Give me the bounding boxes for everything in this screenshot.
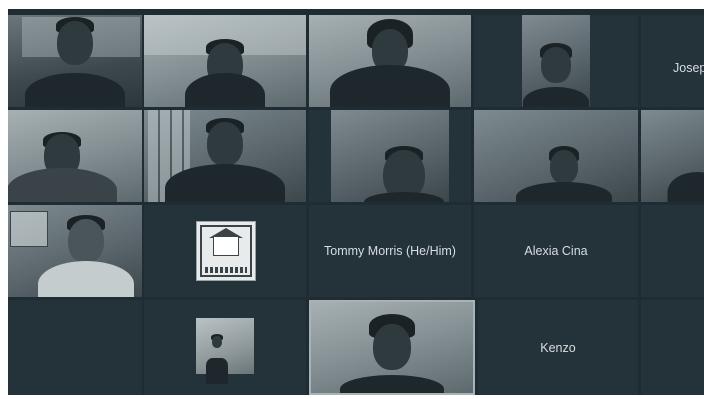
participant-tile[interactable] — [8, 15, 142, 107]
participant-avatar-logo — [196, 221, 256, 281]
participant-tile[interactable] — [144, 15, 306, 107]
participant-tile[interactable] — [144, 205, 306, 297]
participant-tile[interactable] — [474, 15, 638, 107]
participant-tile[interactable] — [8, 110, 142, 202]
participant-tile[interactable]: Kenzo — [478, 300, 638, 395]
participant-video-stream — [522, 15, 590, 107]
participant-tile[interactable] — [309, 110, 471, 202]
participant-tile[interactable]: Alexia Cina — [474, 205, 638, 297]
participant-video-person — [188, 318, 246, 384]
participant-tile-active-speaker[interactable] — [309, 300, 475, 395]
participant-video-person — [309, 15, 471, 107]
participant-tile[interactable] — [641, 205, 704, 297]
participant-tile[interactable] — [144, 110, 306, 202]
participant-name: Josep — [673, 61, 704, 75]
participant-name: Kenzo — [540, 340, 576, 355]
participant-tile[interactable] — [8, 205, 142, 297]
participant-video-person — [8, 110, 129, 202]
participant-video-person — [482, 110, 638, 202]
participant-name: Alexia Cina — [524, 244, 588, 258]
participant-tile[interactable] — [8, 300, 142, 395]
video-gallery: Josep Tommy Morris (He/Him) Alexia Cina … — [8, 9, 704, 395]
participant-tile[interactable] — [641, 300, 704, 395]
participant-video-person — [144, 110, 306, 202]
participant-tile[interactable] — [144, 300, 306, 395]
participant-video-stream — [331, 110, 449, 202]
participant-video-person — [8, 15, 142, 107]
participant-video-person — [345, 110, 463, 202]
participant-tile[interactable] — [309, 15, 471, 107]
participant-video-person — [666, 110, 704, 202]
participant-tile[interactable] — [641, 110, 704, 202]
participant-tile[interactable]: Josep — [641, 15, 704, 107]
participant-tile[interactable]: Tommy Morris (He/Him) — [309, 205, 471, 297]
participant-avatar-photo — [196, 318, 254, 384]
participant-video-person — [144, 15, 306, 107]
participant-name: Tommy Morris (He/Him) — [324, 244, 456, 258]
participant-video-person — [311, 302, 473, 393]
participant-video-person — [522, 15, 590, 107]
participant-tile[interactable] — [474, 110, 638, 202]
participant-video-person — [19, 205, 142, 297]
